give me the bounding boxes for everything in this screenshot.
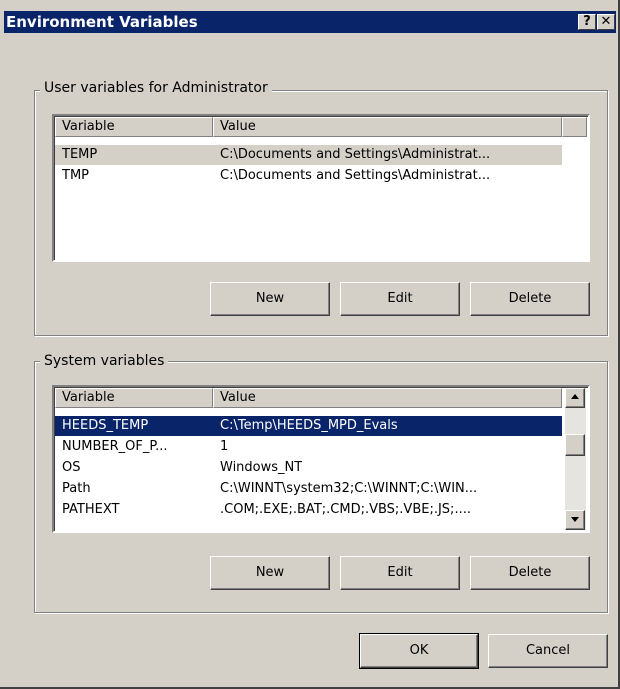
system-variables-label: System variables bbox=[40, 353, 169, 369]
variable-name: TEMP bbox=[62, 147, 98, 162]
ok-button[interactable]: OK bbox=[359, 633, 479, 669]
scroll-up-button[interactable] bbox=[565, 388, 585, 408]
column-header-variable[interactable]: Variable bbox=[55, 388, 213, 408]
column-header-value[interactable]: Value bbox=[213, 388, 562, 408]
list-item[interactable]: NUMBER_OF_P... 1 bbox=[55, 437, 562, 457]
user-variables-label: User variables for Administrator bbox=[40, 80, 272, 96]
list-item[interactable]: TEMP C:\Documents and Settings\Administr… bbox=[55, 145, 562, 165]
help-icon: ? bbox=[583, 14, 591, 29]
help-button[interactable]: ? bbox=[578, 14, 596, 30]
variable-name: PATHEXT bbox=[62, 502, 120, 517]
variable-value: .COM;.EXE;.BAT;.CMD;.VBS;.VBE;.JS;.... bbox=[220, 502, 471, 517]
system-list-header: Variable Value bbox=[55, 388, 562, 408]
scroll-thumb[interactable] bbox=[565, 434, 585, 456]
vertical-scrollbar[interactable] bbox=[565, 388, 586, 530]
variable-value: Windows_NT bbox=[220, 460, 303, 475]
user-new-button[interactable]: New bbox=[210, 282, 330, 316]
variable-name: OS bbox=[62, 460, 81, 475]
chevron-up-icon bbox=[571, 394, 579, 399]
variable-value: 1 bbox=[220, 439, 229, 454]
system-edit-button[interactable]: Edit bbox=[340, 556, 460, 590]
title-bar[interactable]: Environment Variables ? ✕ bbox=[4, 11, 616, 33]
variable-value: C:\Documents and Settings\Administrat... bbox=[220, 147, 491, 162]
scroll-down-button[interactable] bbox=[565, 510, 585, 530]
list-item[interactable]: OS Windows_NT bbox=[55, 458, 562, 478]
close-icon: ✕ bbox=[600, 14, 612, 29]
user-delete-button[interactable]: Delete bbox=[470, 282, 590, 316]
user-variables-list[interactable]: Variable Value TEMP C:\Documents and Set… bbox=[52, 114, 590, 262]
list-item[interactable]: HEEDS_TEMP C:\Temp\HEEDS_MPD_Evals bbox=[55, 416, 562, 436]
column-header-value[interactable]: Value bbox=[213, 117, 562, 137]
system-new-button[interactable]: New bbox=[210, 556, 330, 590]
list-item[interactable]: TMP C:\Documents and Settings\Administra… bbox=[55, 166, 562, 186]
system-variables-list[interactable]: Variable Value HEEDS_TEMP C:\Temp\HEEDS_… bbox=[52, 385, 590, 533]
column-header-filler bbox=[562, 117, 587, 137]
system-delete-button[interactable]: Delete bbox=[470, 556, 590, 590]
variable-value: C:\WINNT\system32;C:\WINNT;C:\WIN... bbox=[220, 481, 478, 496]
window-title: Environment Variables bbox=[6, 13, 198, 31]
variable-name: TMP bbox=[62, 168, 89, 183]
chevron-down-icon bbox=[571, 517, 579, 522]
variable-name: Path bbox=[62, 481, 91, 496]
environment-variables-dialog: Environment Variables ? ✕ User variables… bbox=[0, 0, 620, 689]
variable-name: NUMBER_OF_P... bbox=[62, 439, 168, 454]
column-header-variable[interactable]: Variable bbox=[55, 117, 213, 137]
cancel-button[interactable]: Cancel bbox=[488, 634, 608, 668]
user-list-header: Variable Value bbox=[55, 117, 587, 137]
list-item[interactable]: Path C:\WINNT\system32;C:\WINNT;C:\WIN..… bbox=[55, 479, 562, 499]
close-button[interactable]: ✕ bbox=[597, 14, 615, 30]
variable-value: C:\Temp\HEEDS_MPD_Evals bbox=[220, 418, 398, 433]
variable-value: C:\Documents and Settings\Administrat... bbox=[220, 168, 491, 183]
list-item[interactable]: PATHEXT .COM;.EXE;.BAT;.CMD;.VBS;.VBE;.J… bbox=[55, 500, 562, 520]
variable-name: HEEDS_TEMP bbox=[62, 418, 149, 433]
user-edit-button[interactable]: Edit bbox=[340, 282, 460, 316]
